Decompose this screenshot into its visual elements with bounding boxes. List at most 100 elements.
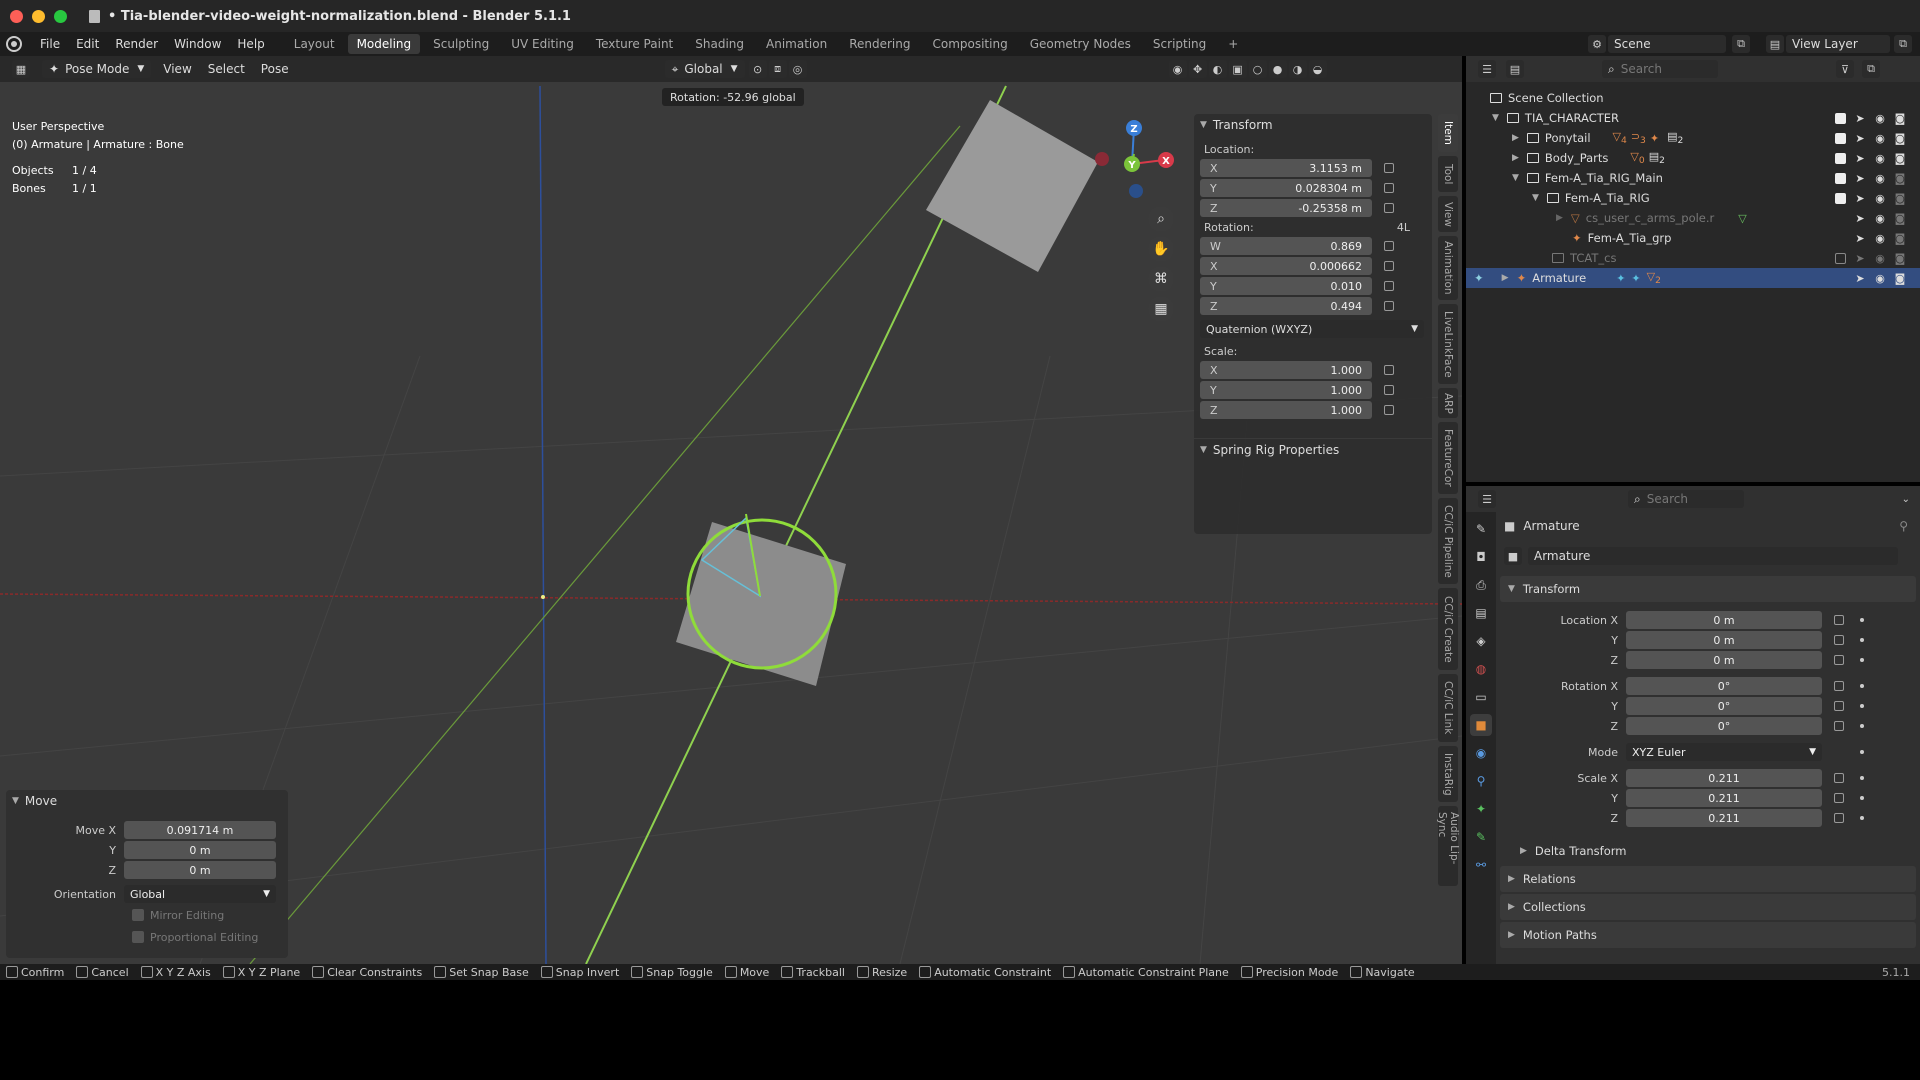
- tab-layout[interactable]: Layout: [285, 34, 344, 54]
- lock-icon[interactable]: [1384, 301, 1394, 311]
- select-arrow-icon[interactable]: ➤: [1854, 132, 1866, 145]
- move-x-field[interactable]: 0.091714 m: [124, 821, 276, 839]
- mode-selector[interactable]: ✦ Pose Mode ▼: [42, 60, 152, 78]
- pivot-point-icon[interactable]: ⊙: [748, 60, 767, 78]
- outliner-row-armature[interactable]: ✦ ▶ ✦ Armature ✦ ✦ ▽2 ➤ ◉ ◙: [1466, 268, 1920, 288]
- view-layer-icon[interactable]: ▤: [1766, 35, 1784, 53]
- select-arrow-icon[interactable]: ➤: [1854, 212, 1866, 225]
- view-layer-tab-icon[interactable]: ▤: [1470, 602, 1492, 624]
- menu-select[interactable]: Select: [200, 62, 253, 76]
- tab-shading[interactable]: Shading: [686, 34, 753, 54]
- outliner-row-body-parts[interactable]: ▶ Body_Parts ▽0 ▤2 ➤ ◉ ◙: [1466, 148, 1920, 168]
- tab-instarig[interactable]: InstaRig: [1438, 746, 1458, 802]
- eye-icon[interactable]: ◉: [1874, 112, 1886, 125]
- zoom-window-button[interactable]: [54, 9, 67, 23]
- xray-toggle-icon[interactable]: ▣: [1228, 60, 1247, 78]
- tab-sculpting[interactable]: Sculpting: [424, 34, 498, 54]
- new-view-layer-icon[interactable]: ⧉: [1894, 35, 1912, 53]
- collections-section[interactable]: ▶ Collections: [1500, 894, 1916, 920]
- outliner-search-input[interactable]: ⌕ Search: [1602, 60, 1718, 78]
- tab-animation-side[interactable]: Animation: [1438, 236, 1458, 300]
- tab-item[interactable]: Item: [1438, 114, 1458, 152]
- lock-icon[interactable]: [1834, 773, 1844, 783]
- camera-view-icon[interactable]: ⌘: [1148, 266, 1174, 292]
- lock-icon[interactable]: [1834, 615, 1844, 625]
- menu-edit[interactable]: Edit: [68, 37, 107, 51]
- chevron-down-icon[interactable]: ⌄: [1902, 494, 1910, 505]
- snap-icon[interactable]: ⧈: [768, 60, 787, 78]
- menu-render[interactable]: Render: [107, 37, 166, 51]
- exclude-checkbox[interactable]: [1835, 192, 1846, 204]
- menu-help[interactable]: Help: [229, 37, 272, 51]
- blender-logo-icon[interactable]: [6, 36, 22, 52]
- world-tab-icon[interactable]: ◍: [1470, 658, 1492, 680]
- tab-animation[interactable]: Animation: [757, 34, 836, 54]
- lock-icon[interactable]: [1384, 203, 1394, 213]
- menu-window[interactable]: Window: [166, 37, 229, 51]
- spring-rig-panel-header[interactable]: ▼ Spring Rig Properties: [1194, 438, 1432, 460]
- eye-icon[interactable]: ◉: [1874, 272, 1886, 285]
- lock-icon[interactable]: [1384, 241, 1394, 251]
- location-x-field[interactable]: 0 m: [1626, 611, 1822, 629]
- tab-livelinkface[interactable]: LiveLinkFace: [1438, 304, 1458, 384]
- rotation-x-field[interactable]: 0°: [1626, 677, 1822, 695]
- lock-icon[interactable]: [1384, 385, 1394, 395]
- minimize-window-button[interactable]: [32, 9, 45, 23]
- location-z-field[interactable]: 0 m: [1626, 651, 1822, 669]
- physics-tab-icon[interactable]: ◉: [1470, 742, 1492, 764]
- proportional-editing-checkbox[interactable]: Proportional Editing: [132, 926, 288, 948]
- mirror-editing-checkbox[interactable]: Mirror Editing: [132, 904, 288, 926]
- 3d-viewport[interactable]: Z X Y ▦ ✦ Pose Mode ▼ View Select Pose ⌖…: [0, 56, 1462, 964]
- location-y-field[interactable]: 0 m: [1626, 631, 1822, 649]
- lock-icon[interactable]: [1834, 813, 1844, 823]
- object-tab-icon[interactable]: ■: [1470, 714, 1492, 736]
- scale-y-field[interactable]: Y 1.000: [1200, 381, 1372, 399]
- constraints-tab-icon[interactable]: ⚲: [1470, 770, 1492, 792]
- filter-icon[interactable]: ⊽: [1836, 60, 1854, 78]
- rotation-y-field[interactable]: Y 0.010: [1200, 277, 1372, 295]
- proportional-edit-icon[interactable]: ◎: [788, 60, 807, 78]
- pin-icon[interactable]: ⚲: [1899, 519, 1908, 533]
- tab-arp[interactable]: ARP: [1438, 388, 1458, 418]
- tab-texture-paint[interactable]: Texture Paint: [587, 34, 682, 54]
- object-type-icon[interactable]: ■: [1504, 547, 1522, 565]
- scene-field[interactable]: Scene: [1608, 35, 1726, 53]
- eye-icon[interactable]: ◉: [1874, 252, 1886, 265]
- gizmo-toggle-icon[interactable]: ✥: [1188, 60, 1207, 78]
- lock-icon[interactable]: [1384, 183, 1394, 193]
- solid-shading-icon[interactable]: ●: [1268, 60, 1287, 78]
- tab-geometry-nodes[interactable]: Geometry Nodes: [1021, 34, 1140, 54]
- keyframe-dot-icon[interactable]: [1860, 816, 1864, 820]
- rotation-x-field[interactable]: X 0.000662: [1200, 257, 1372, 275]
- transform-orientation-selector[interactable]: ⌖ Global ▼: [664, 60, 745, 78]
- camera-icon[interactable]: ◙: [1894, 132, 1906, 145]
- eye-icon[interactable]: ◉: [1874, 172, 1886, 185]
- motion-paths-section[interactable]: ▶ Motion Paths: [1500, 922, 1916, 948]
- camera-icon[interactable]: ◙: [1894, 272, 1906, 285]
- tool-tab-icon[interactable]: ✎: [1470, 518, 1492, 540]
- new-scene-icon[interactable]: ⧉: [1732, 35, 1750, 53]
- rotation-z-field[interactable]: 0°: [1626, 717, 1822, 735]
- tab-view[interactable]: View: [1438, 196, 1458, 232]
- keyframe-dot-icon[interactable]: [1860, 658, 1864, 662]
- bone-tab-icon[interactable]: ✎: [1470, 826, 1492, 848]
- wireframe-shading-icon[interactable]: ○: [1248, 60, 1267, 78]
- tab-audio-lip-sync[interactable]: Audio Lip-Sync: [1436, 806, 1460, 886]
- eye-icon[interactable]: ◉: [1874, 232, 1886, 245]
- keyframe-dot-icon[interactable]: [1860, 618, 1864, 622]
- menu-pose[interactable]: Pose: [253, 62, 297, 76]
- keyframe-dot-icon[interactable]: [1860, 750, 1864, 754]
- tab-tool[interactable]: Tool: [1438, 156, 1458, 192]
- collection-tab-icon[interactable]: ▭: [1470, 686, 1492, 708]
- rendered-shading-icon[interactable]: ◒: [1308, 60, 1327, 78]
- overlay-toggle-icon[interactable]: ◐: [1208, 60, 1227, 78]
- rotation-lock-4d-toggle[interactable]: 4L: [1397, 221, 1410, 234]
- properties-editor-type-icon[interactable]: ☰: [1478, 490, 1496, 508]
- eye-icon[interactable]: ◉: [1874, 212, 1886, 225]
- transform-section-header[interactable]: ▼ Transform: [1500, 576, 1916, 602]
- lock-icon[interactable]: [1834, 701, 1844, 711]
- select-arrow-icon[interactable]: ➤: [1854, 232, 1866, 245]
- scale-z-field[interactable]: Z 1.000: [1200, 401, 1372, 419]
- select-arrow-icon[interactable]: ➤: [1854, 152, 1866, 165]
- eye-icon[interactable]: ◉: [1874, 132, 1886, 145]
